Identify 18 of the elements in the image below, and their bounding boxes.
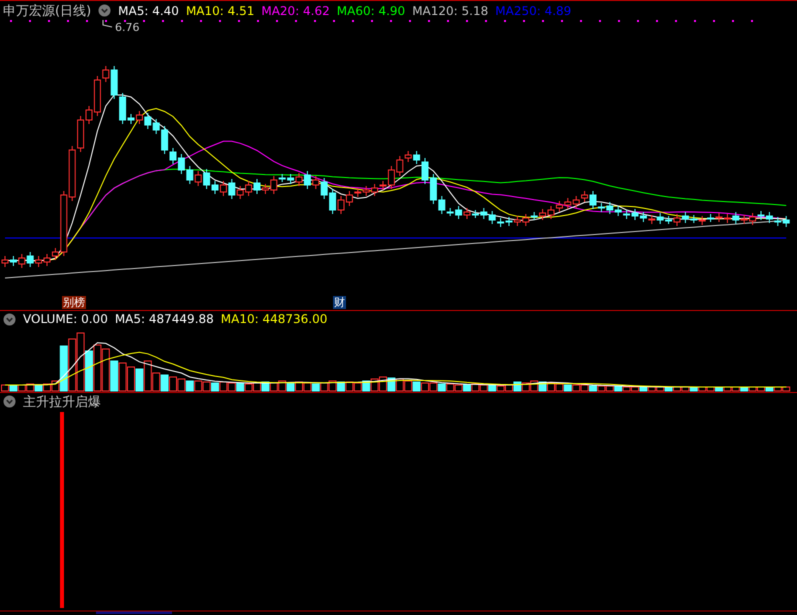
indicator-value: MA120: 5.18 (412, 4, 488, 18)
collapse-toggle-icon[interactable] (3, 395, 16, 408)
indicator-value: MA5: 4.40 (118, 4, 179, 18)
indicator-value: MA250: 4.89 (495, 4, 572, 18)
chart-title: 申万宏源(日线) (3, 2, 92, 20)
indicator-value: MA10: 4.51 (186, 4, 254, 18)
price-label: 6.76 (115, 21, 140, 34)
collapse-toggle-icon[interactable] (3, 312, 16, 326)
volume-indicator-value: MA10: 448736.00 (220, 312, 328, 326)
indicator-title: 主升拉升启爆 (23, 394, 101, 410)
high-leader-line (102, 20, 112, 28)
event-marker[interactable]: 别榜 (62, 296, 86, 309)
indicator-value: MA60: 4.90 (336, 4, 406, 18)
event-marker[interactable]: 财 (333, 296, 346, 309)
volume-indicator-value: VOLUME: 0.00 (23, 312, 108, 326)
volume-indicator-value: MA5: 487449.88 (114, 312, 214, 326)
indicator-value: MA20: 4.62 (261, 4, 330, 18)
collapse-toggle-icon[interactable] (98, 4, 112, 17)
